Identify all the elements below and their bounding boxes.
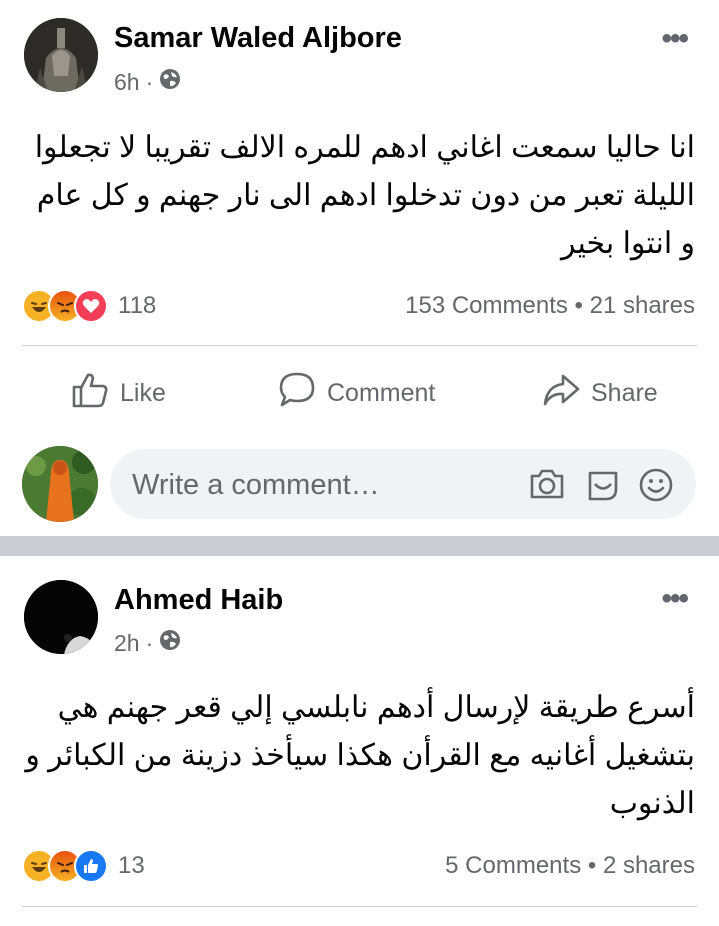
- speech-bubble-icon: [277, 370, 317, 417]
- share-label: Share: [591, 379, 658, 407]
- author-name[interactable]: Ahmed Haib: [114, 584, 283, 617]
- author-name[interactable]: Samar Waled Aljbore: [114, 22, 402, 55]
- comment-input[interactable]: Write a comment…: [132, 469, 380, 502]
- more-icon[interactable]: •••: [661, 24, 688, 54]
- divider: [22, 906, 697, 907]
- globe-icon: [159, 68, 181, 96]
- post-time[interactable]: 6h: [114, 69, 140, 96]
- like-reaction-icon: [74, 849, 108, 883]
- avatar-image: [22, 446, 98, 522]
- reaction-summary[interactable]: 13: [22, 849, 145, 883]
- post-text: انا حاليا سمعت اغاني ادهم للمره الالف تق…: [34, 131, 695, 260]
- post-1: Samar Waled Aljbore 6h · ••• انا حاليا س…: [0, 0, 719, 536]
- post-time[interactable]: 2h: [114, 630, 140, 657]
- post-stats[interactable]: 5 Comments • 2 shares: [445, 852, 695, 880]
- reaction-summary[interactable]: 118: [22, 289, 156, 323]
- reaction-count: 118: [118, 292, 157, 319]
- post-text: أسرع طريقة لإرسال أدهم نابلسي إلي قعر جه…: [25, 691, 695, 820]
- current-user-avatar[interactable]: [22, 446, 98, 522]
- post-meta: 6h ·: [114, 68, 181, 96]
- avatar-image: [24, 18, 98, 92]
- post-separator: [0, 536, 719, 556]
- like-button[interactable]: Like: [70, 370, 166, 417]
- divider: [22, 345, 697, 346]
- camera-icon[interactable]: [528, 467, 566, 506]
- author-avatar[interactable]: [24, 580, 98, 654]
- globe-icon: [159, 629, 181, 657]
- meta-dot: ·: [145, 68, 154, 95]
- gif-sticker-icon[interactable]: [584, 467, 622, 508]
- share-button[interactable]: Share: [541, 370, 658, 417]
- comment-box[interactable]: Write a comment…: [110, 449, 696, 519]
- post-2: Ahmed Haib 2h · ••• أسرع طريقة لإرسال أد…: [0, 556, 719, 926]
- thumbs-up-icon: [70, 370, 110, 417]
- meta-dot: ·: [145, 629, 154, 656]
- more-icon[interactable]: •••: [661, 584, 688, 614]
- post-stats[interactable]: 153 Comments • 21 shares: [405, 292, 695, 320]
- emoji-icon[interactable]: [638, 467, 674, 508]
- share-arrow-icon: [541, 370, 581, 417]
- comment-label: Comment: [327, 379, 436, 407]
- avatar-image: [24, 580, 98, 654]
- post-meta: 2h ·: [114, 629, 181, 657]
- like-label: Like: [120, 379, 166, 407]
- love-reaction-icon: [74, 289, 108, 323]
- reaction-count: 13: [118, 852, 145, 879]
- author-avatar[interactable]: [24, 18, 98, 92]
- comment-button[interactable]: Comment: [277, 370, 435, 417]
